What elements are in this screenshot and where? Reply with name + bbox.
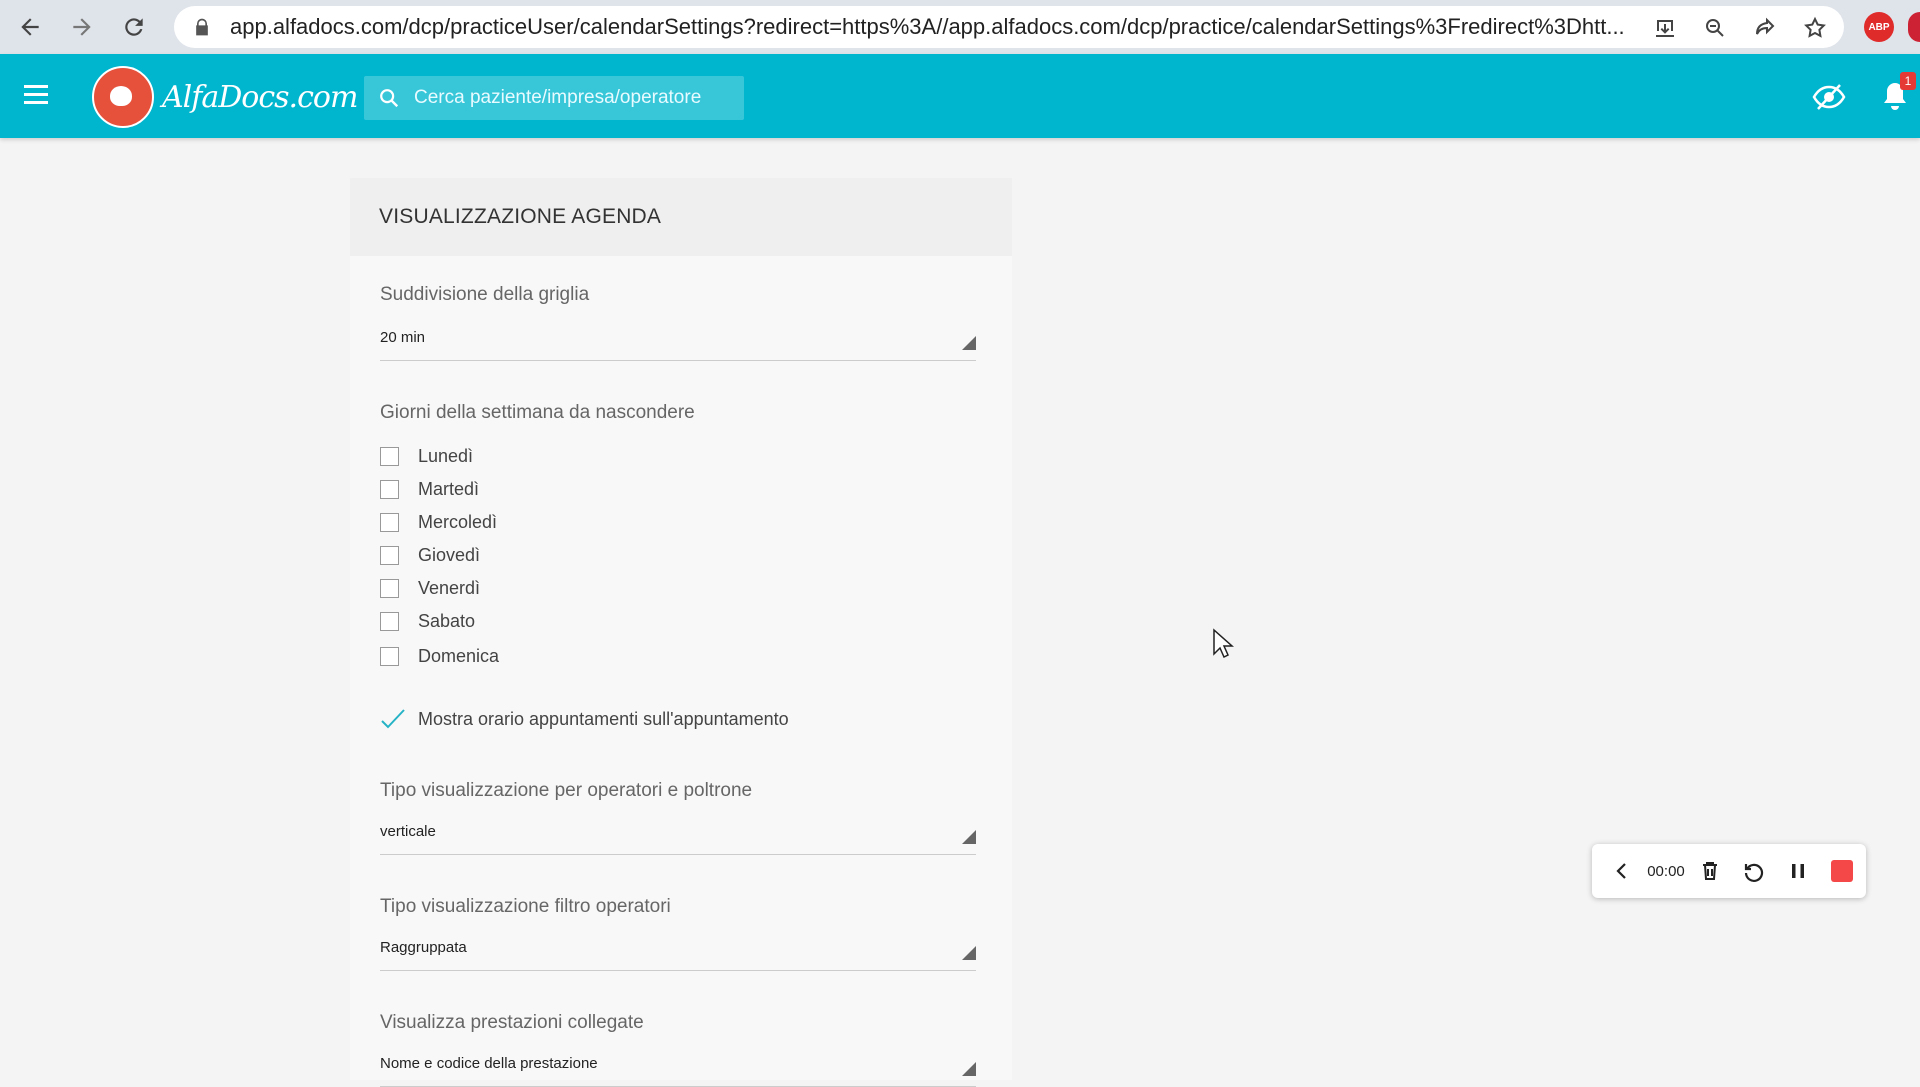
mouse-cursor-icon: [1213, 628, 1234, 659]
share-icon[interactable]: [1750, 13, 1780, 43]
checkbox[interactable]: [380, 646, 399, 666]
grid-label: Suddivisione della griglia: [380, 284, 590, 305]
privacy-eye-icon[interactable]: [1812, 82, 1846, 112]
day-checkbox-sunday[interactable]: Domenica: [380, 641, 499, 671]
show-time-checkbox[interactable]: Mostra orario appuntamenti sull'appuntam…: [380, 704, 789, 734]
day-checkbox-friday[interactable]: Venerdì: [380, 573, 480, 603]
lock-icon: [196, 18, 208, 36]
linked-services-value: Nome e codice della prestazione: [380, 1054, 598, 1072]
reload-icon: [125, 18, 143, 36]
stop-icon: [1831, 860, 1853, 882]
recording-time: 00:00: [1647, 862, 1685, 880]
operators-view-select[interactable]: verticale: [380, 812, 976, 855]
operators-filter-value: Raggruppata: [380, 938, 467, 956]
checkbox[interactable]: [380, 545, 399, 565]
linked-services-label: Visualizza prestazioni collegate: [380, 1012, 644, 1033]
operators-view-value: verticale: [380, 822, 436, 840]
day-checkbox-wednesday[interactable]: Mercoledì: [380, 507, 497, 537]
logo-text: AlfaDocs.com: [162, 79, 358, 115]
bookmark-star-icon[interactable]: [1800, 13, 1830, 43]
search-input[interactable]: [412, 86, 736, 110]
day-checkbox-monday[interactable]: Lunedì: [380, 441, 473, 471]
grid-value: 20 min: [380, 328, 426, 346]
patient-search[interactable]: [364, 76, 744, 120]
browser-toolbar: app.alfadocs.com/dcp/practiceUser/calend…: [0, 0, 1920, 54]
collapse-button[interactable]: [1600, 859, 1644, 883]
adblock-extension-icon[interactable]: ABP: [1864, 12, 1894, 42]
restart-recording-button[interactable]: [1732, 859, 1776, 883]
address-bar[interactable]: app.alfadocs.com/dcp/practiceUser/calend…: [174, 6, 1844, 48]
checkbox[interactable]: [380, 479, 399, 499]
pause-icon: [1792, 864, 1804, 878]
dropdown-caret-icon: [962, 946, 976, 960]
app-header: AlfaDocs.com 1: [0, 54, 1920, 138]
forward-button[interactable]: [60, 5, 104, 49]
search-icon: [380, 89, 399, 108]
grid-select[interactable]: 20 min: [380, 318, 976, 361]
delete-recording-button[interactable]: [1688, 859, 1732, 883]
checkbox[interactable]: [380, 578, 399, 598]
restart-icon: [1744, 863, 1764, 882]
screen-recorder-toolbar: 00:00: [1592, 844, 1866, 898]
url-text[interactable]: app.alfadocs.com/dcp/practiceUser/calend…: [230, 14, 1630, 40]
dropdown-caret-icon: [962, 830, 976, 844]
arrow-right-icon: [73, 18, 91, 36]
dropdown-caret-icon: [962, 1062, 976, 1076]
day-checkbox-tuesday[interactable]: Martedì: [380, 474, 479, 504]
operators-filter-select[interactable]: Raggruppata: [380, 928, 976, 971]
dropdown-caret-icon: [962, 336, 976, 350]
pause-recording-button[interactable]: [1776, 859, 1820, 883]
checkbox[interactable]: [380, 446, 399, 466]
linked-services-select[interactable]: Nome e codice della prestazione: [380, 1044, 976, 1087]
back-button[interactable]: [8, 5, 52, 49]
profile-avatar[interactable]: [1908, 12, 1920, 42]
checkmark-icon[interactable]: [380, 706, 406, 732]
menu-icon[interactable]: [22, 82, 50, 108]
zoom-icon[interactable]: [1700, 13, 1730, 43]
reload-button[interactable]: [112, 5, 156, 49]
install-app-icon[interactable]: [1650, 13, 1680, 43]
chevron-left-icon: [1616, 863, 1626, 879]
checkbox[interactable]: [380, 512, 399, 532]
calendar-settings-card: VISUALIZZAZIONE AGENDA Suddivisione dell…: [350, 178, 1012, 1087]
stop-recording-button[interactable]: [1820, 860, 1864, 882]
arrow-left-icon: [21, 18, 39, 36]
alfadocs-logo[interactable]: AlfaDocs.com: [92, 66, 358, 128]
notification-count-badge: 1: [1900, 72, 1916, 90]
operators-filter-label: Tipo visualizzazione filtro operatori: [380, 896, 671, 917]
lion-logo-icon: [92, 66, 154, 128]
day-checkbox-thursday[interactable]: Giovedì: [380, 540, 480, 570]
card-title: VISUALIZZAZIONE AGENDA: [350, 178, 1012, 256]
hidden-days-label: Giorni della settimana da nascondere: [380, 402, 695, 423]
checkbox[interactable]: [380, 611, 399, 631]
trash-icon: [1703, 862, 1717, 880]
operators-view-label: Tipo visualizzazione per operatori e pol…: [380, 780, 753, 801]
day-checkbox-saturday[interactable]: Sabato: [380, 606, 475, 636]
